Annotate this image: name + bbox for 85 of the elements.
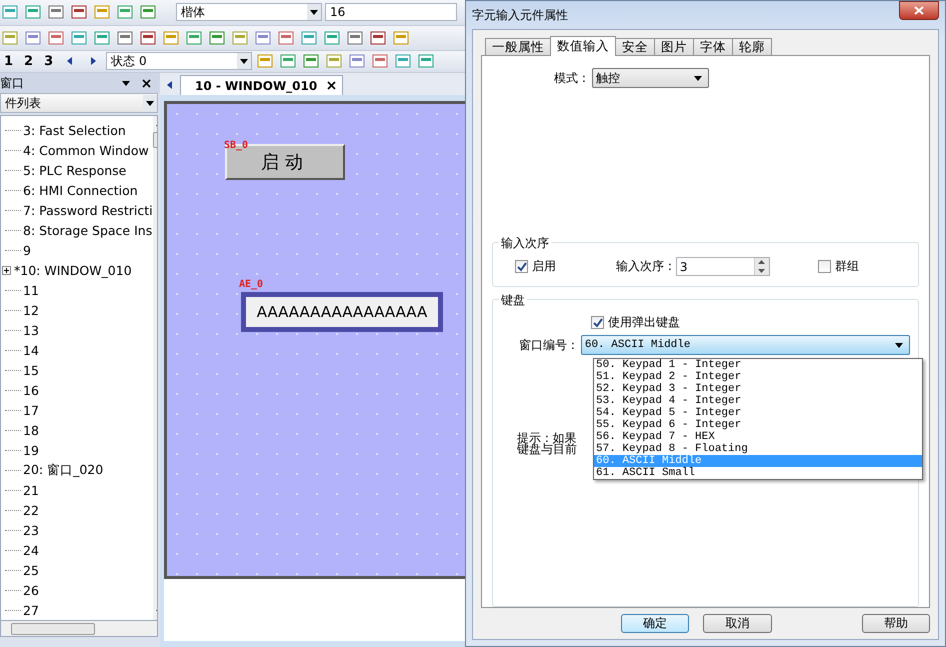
arrow-icon <box>66 57 74 66</box>
page-number-button[interactable]: 2 <box>20 54 38 69</box>
hint-text: 提示 : 如果 <box>517 433 577 444</box>
order-spinner[interactable]: 3 <box>676 257 770 276</box>
tree-item[interactable]: *10: WINDOW_010 <box>14 262 132 278</box>
field-label: 输入次序 : <box>616 258 672 275</box>
close-button[interactable] <box>899 0 939 20</box>
tree-item[interactable]: 9 <box>23 242 31 258</box>
arrow-icon <box>166 81 174 90</box>
font-select[interactable]: 楷体 <box>176 3 322 22</box>
panel-title: 窗口 <box>0 74 25 92</box>
tree-item[interactable]: 27 <box>23 602 39 618</box>
field-label: 窗口编号 : <box>519 336 575 354</box>
tree-item[interactable]: 12 <box>23 302 39 318</box>
enable-checkbox[interactable] <box>515 260 528 273</box>
object-label: AAAAAAAAAAAAAAAA <box>256 303 428 322</box>
hint-text: 键盘与目前 <box>517 444 577 455</box>
arrow-icon <box>694 74 702 82</box>
state-select[interactable]: 状态 0 <box>106 52 252 70</box>
checkbox-label: 群组 <box>834 258 859 275</box>
dropdown-option[interactable]: 52. Keypad 3 - Integer <box>594 383 922 395</box>
tree-item[interactable]: 22 <box>23 502 39 518</box>
dropdown-option[interactable]: 56. Keypad 7 - HEX <box>594 431 922 443</box>
ascii-input-object[interactable]: AAAAAAAAAAAAAAAA <box>241 292 443 332</box>
tree-item[interactable]: 7: Password Restricti <box>23 202 153 218</box>
tree-item[interactable]: 6: HMI Connection <box>23 182 138 198</box>
arrow-icon <box>122 79 130 88</box>
dropdown-option[interactable]: 57. Keypad 8 - Floating <box>594 443 922 455</box>
tree-item[interactable]: 15 <box>23 362 39 378</box>
tree-item[interactable]: 26 <box>23 582 39 598</box>
mode-select[interactable]: 触控 <box>592 68 709 88</box>
tree-item[interactable]: 11 <box>23 282 39 298</box>
dropdown-option[interactable]: 55. Keypad 6 - Integer <box>594 419 922 431</box>
tree-item[interactable]: 3: Fast Selection <box>23 122 126 138</box>
dropdown-option[interactable]: 51. Keypad 2 - Integer <box>594 371 922 383</box>
tree-item[interactable]: 4: Common Window <box>23 142 149 158</box>
tree-item[interactable]: 23 <box>23 522 39 538</box>
expand-icon[interactable] <box>2 266 11 275</box>
font-size-select[interactable]: 16 <box>325 3 457 22</box>
tree-item[interactable]: 24 <box>23 542 39 558</box>
document-tab[interactable]: 10 - WINDOW_010 <box>180 75 344 96</box>
window-select[interactable]: 60. ASCII Middle <box>580 335 910 355</box>
tree-item[interactable]: 13 <box>23 322 39 338</box>
object-tag: AE_0 <box>239 279 264 290</box>
dialog-tab[interactable]: 数值输入 <box>550 36 616 56</box>
arrow-icon <box>240 57 248 66</box>
arrow-icon <box>146 99 154 108</box>
dialog-button[interactable]: 确定 <box>621 614 690 633</box>
field-label: 模式 : <box>554 70 586 86</box>
dialog-tab[interactable]: 图片 <box>654 38 694 56</box>
list-select[interactable]: 件列表 <box>0 93 158 114</box>
dropdown-option[interactable]: 54. Keypad 5 - Integer <box>594 407 922 419</box>
arrow-icon <box>89 57 98 66</box>
tree-item[interactable]: 17 <box>23 402 39 418</box>
tree-item[interactable]: 21 <box>23 482 39 498</box>
dialog-button[interactable]: 取消 <box>703 614 772 633</box>
tree-item[interactable]: 14 <box>23 342 39 358</box>
dialog-button[interactable]: 帮助 <box>862 614 930 633</box>
checkbox-label: 使用弹出键盘 <box>608 314 680 331</box>
page-number-button[interactable]: 3 <box>40 54 58 69</box>
close-icon[interactable] <box>327 81 336 90</box>
close-icon <box>914 6 924 14</box>
dialog-tab[interactable]: 字体 <box>693 38 733 56</box>
tree-item[interactable]: 16 <box>23 382 39 398</box>
arrow-icon <box>895 341 903 349</box>
dialog-title: 字元输入元件属性 <box>472 6 568 24</box>
dropdown-option[interactable]: 50. Keypad 1 - Integer <box>594 359 922 371</box>
dialog-tab[interactable]: 一般属性 <box>485 38 551 56</box>
tree-item[interactable]: 5: PLC Response <box>23 162 126 178</box>
group-title: 输入次序 <box>499 235 551 252</box>
group-checkbox[interactable] <box>818 260 831 273</box>
tree-item[interactable]: 8: Storage Space Ins <box>23 222 152 238</box>
dialog-tab[interactable]: 轮廓 <box>732 38 772 56</box>
popup-keyboard-checkbox[interactable] <box>591 316 604 329</box>
tree-item[interactable]: 25 <box>23 562 39 578</box>
dropdown-option[interactable]: 61. ASCII Small <box>594 467 922 479</box>
page-number-button[interactable]: 1 <box>0 54 18 69</box>
object-label: 启动 <box>261 151 309 174</box>
tree-item[interactable]: 19 <box>23 442 39 458</box>
tree-item[interactable]: 20: 窗口_020 <box>23 462 104 479</box>
tree-item[interactable]: 18 <box>23 422 39 438</box>
checkbox-label: 启用 <box>532 258 556 275</box>
arrow-icon <box>310 8 318 16</box>
dialog-tab[interactable]: 安全 <box>615 38 655 56</box>
dropdown-option[interactable]: 53. Keypad 4 - Integer <box>594 395 922 407</box>
